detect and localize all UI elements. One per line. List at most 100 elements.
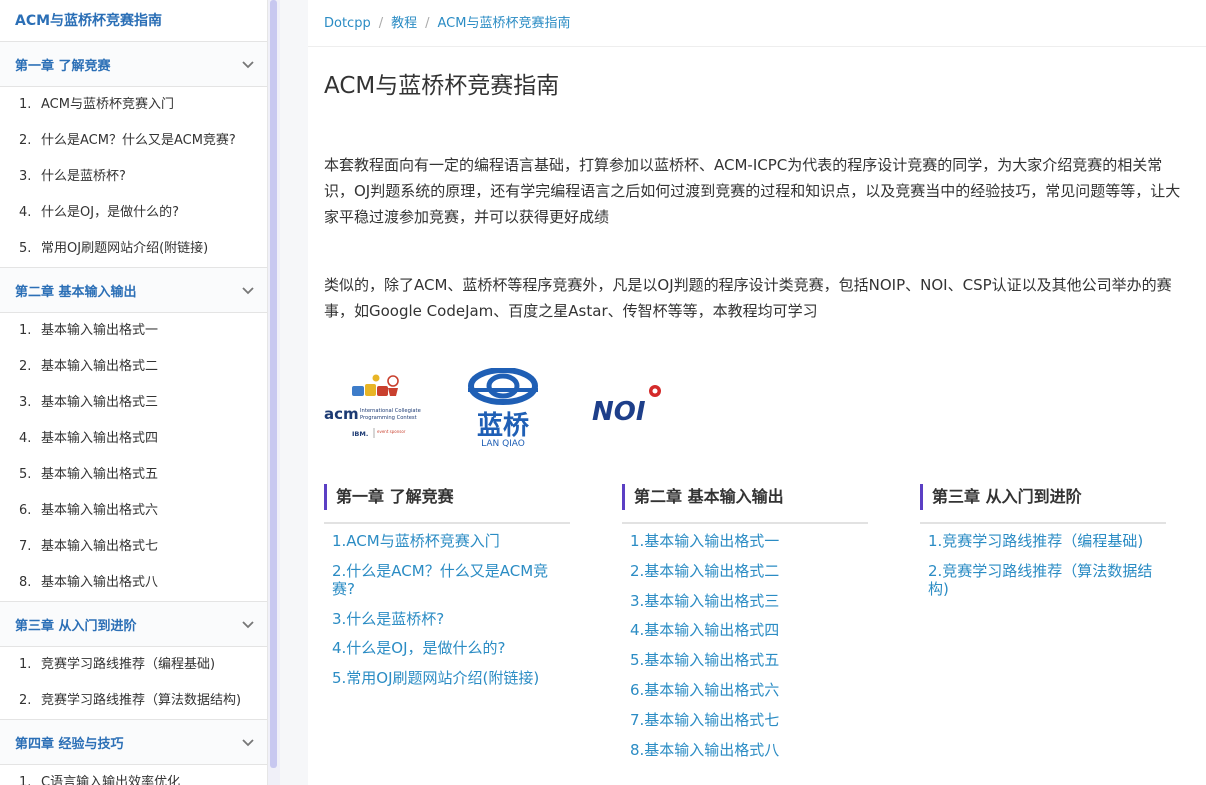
lanqiao-en-text: LAN QIAO bbox=[481, 439, 525, 448]
item-number: 4. bbox=[19, 205, 32, 220]
chapter-link[interactable]: 3.基本输入输出格式三 bbox=[630, 592, 868, 610]
chapter-link[interactable]: 4.什么是OJ，是做什么的? bbox=[332, 639, 570, 657]
sidebar-item[interactable]: 6. 基本输入输出格式六 bbox=[0, 493, 267, 529]
item-label: 基本输入输出格式五 bbox=[41, 467, 159, 482]
acm-logo-sub2: Programming Contest bbox=[360, 415, 417, 421]
item-label: 基本输入输出格式二 bbox=[41, 359, 159, 374]
sidebar-item[interactable]: 3. 什么是蓝桥杯? bbox=[0, 159, 267, 195]
item-label: 什么是蓝桥杯? bbox=[41, 169, 126, 184]
main-content: Dotcpp / 教程 / ACM与蓝桥杯竞赛指南 ACM与蓝桥杯竞赛指南 本套教程面向… bbox=[308, 0, 1206, 785]
item-label: ACM与蓝桥杯竞赛入门 bbox=[41, 97, 174, 112]
item-label: 竞赛学习路线推荐（算法数据结构) bbox=[41, 693, 242, 708]
chapter-label: 第二章 基本输入输出 bbox=[15, 284, 137, 300]
chapter-link[interactable]: 2.什么是ACM？什么又是ACM竞赛? bbox=[332, 562, 570, 598]
chapter-3-items: 1. 竞赛学习路线推荐（编程基础) 2. 竞赛学习路线推荐（算法数据结构) bbox=[0, 647, 267, 720]
sidebar-item[interactable]: 1. C语言输入输出效率优化 bbox=[0, 765, 267, 785]
item-number: 1. bbox=[19, 775, 32, 785]
noi-logo: NOI bbox=[592, 385, 661, 424]
sidebar-item[interactable]: 4. 什么是OJ，是做什么的? bbox=[0, 195, 267, 231]
chevron-down-icon[interactable] bbox=[241, 283, 255, 297]
sidebar-chapter-1[interactable]: 第一章 了解竞赛 bbox=[0, 42, 267, 87]
chapter-link[interactable]: 2.竞赛学习路线推荐（算法数据结构) bbox=[928, 562, 1166, 598]
chevron-down-icon[interactable] bbox=[241, 617, 255, 631]
chapter-label: 第四章 经验与技巧 bbox=[15, 736, 124, 752]
sidebar: ACM与蓝桥杯竞赛指南 第一章 了解竞赛 1. ACM与蓝桥杯竞赛入门 2. 什么是… bbox=[0, 0, 268, 785]
chapter-link[interactable]: 5.常用OJ刷题网站介绍(附链接) bbox=[332, 669, 570, 687]
breadcrumb-separator: / bbox=[378, 16, 384, 31]
chapter-column-3: 第三章 从入门到进阶 1.竞赛学习路线推荐（编程基础) 2.竞赛学习路线推荐（算… bbox=[920, 484, 1166, 610]
chapter-2-items: 1. 基本输入输出格式一 2. 基本输入输出格式二 3. 基本输入输出格式三 4. 基本… bbox=[0, 313, 267, 602]
sidebar-chapter-3[interactable]: 第三章 从入门到进阶 bbox=[0, 602, 267, 647]
sidebar-item[interactable]: 5. 常用OJ刷题网站介绍(附链接) bbox=[0, 231, 267, 267]
item-label: 什么是OJ，是做什么的? bbox=[41, 205, 179, 220]
breadcrumb: Dotcpp / 教程 / ACM与蓝桥杯竞赛指南 bbox=[324, 12, 570, 31]
chapter-link[interactable]: 3.什么是蓝桥杯? bbox=[332, 610, 570, 628]
chapter-link[interactable]: 4.基本输入输出格式四 bbox=[630, 621, 868, 639]
sidebar-item[interactable]: 1. ACM与蓝桥杯竞赛入门 bbox=[0, 87, 267, 123]
chapter-link[interactable]: 7.基本输入输出格式七 bbox=[630, 711, 868, 729]
breadcrumb-item-home[interactable]: Dotcpp bbox=[324, 16, 371, 31]
item-number: 3. bbox=[19, 395, 32, 410]
gutter bbox=[280, 0, 308, 785]
sidebar-item[interactable]: 7. 基本输入输出格式七 bbox=[0, 529, 267, 565]
breadcrumb-item-tutorial[interactable]: 教程 bbox=[391, 16, 417, 31]
acm-icpc-logo: acm International Collegiate Programming… bbox=[324, 374, 421, 438]
chapter-link[interactable]: 1.ACM与蓝桥杯竞赛入门 bbox=[332, 532, 570, 550]
sidebar-item[interactable]: 8. 基本输入输出格式八 bbox=[0, 565, 267, 601]
item-label: C语言输入输出效率优化 bbox=[41, 775, 181, 785]
item-number: 5. bbox=[19, 241, 32, 256]
chapter-label: 第一章 了解竞赛 bbox=[15, 58, 111, 74]
noi-logo-text: NOI bbox=[592, 397, 646, 424]
scope-paragraph: 类似的，除了ACM、蓝桥杯等程序竞赛外，凡是以OJ判题的程序设计类竞赛，包括NO… bbox=[324, 276, 1172, 320]
item-label: 常用OJ刷题网站介绍(附链接) bbox=[41, 241, 209, 256]
sidebar-chapter-4[interactable]: 第四章 经验与技巧 bbox=[0, 720, 267, 765]
chapter-link[interactable]: 6.基本输入输出格式六 bbox=[630, 681, 868, 699]
scrollbar-thumb[interactable] bbox=[270, 0, 277, 768]
item-label: 竞赛学习路线推荐（编程基础) bbox=[41, 657, 216, 672]
column-heading: 第一章 了解竞赛 bbox=[324, 484, 570, 510]
chapter-link[interactable]: 8.基本输入输出格式八 bbox=[630, 741, 868, 759]
chapter-link[interactable]: 1.基本输入输出格式一 bbox=[630, 532, 868, 550]
sidebar-item[interactable]: 1. 基本输入输出格式一 bbox=[0, 313, 267, 349]
sidebar-chapter-2[interactable]: 第二章 基本输入输出 bbox=[0, 268, 267, 313]
sidebar-item[interactable]: 1. 竞赛学习路线推荐（编程基础) bbox=[0, 647, 267, 683]
chapter-1-items: 1. ACM与蓝桥杯竞赛入门 2. 什么是ACM？什么又是ACM竞赛? 3. 什么是蓝… bbox=[0, 87, 267, 268]
sidebar-item[interactable]: 2. 基本输入输出格式二 bbox=[0, 349, 267, 385]
column-links: 1.竞赛学习路线推荐（编程基础) 2.竞赛学习路线推荐（算法数据结构) bbox=[920, 524, 1166, 598]
sidebar-scrollbar[interactable] bbox=[268, 0, 280, 785]
acm-logo-sub1: International Collegiate bbox=[360, 408, 421, 414]
intro-paragraph: 本套教程面向有一定的编程语言基础，打算参加以蓝桥杯、ACM-ICPC为代表的程序… bbox=[324, 156, 1181, 226]
item-label: 基本输入输出格式八 bbox=[41, 575, 159, 590]
sidebar-item[interactable]: 2. 竞赛学习路线推荐（算法数据结构) bbox=[0, 683, 267, 719]
breadcrumb-separator: / bbox=[425, 16, 430, 31]
item-number: 4. bbox=[19, 431, 32, 446]
item-number: 2. bbox=[19, 693, 32, 708]
breadcrumb-item-current[interactable]: ACM与蓝桥杯竞赛指南 bbox=[438, 16, 571, 31]
sidebar-item[interactable]: 2. 什么是ACM？什么又是ACM竞赛? bbox=[0, 123, 267, 159]
item-number: 1. bbox=[19, 657, 32, 672]
chapter-4-items: 1. C语言输入输出效率优化 bbox=[0, 765, 267, 785]
item-number: 1. bbox=[19, 97, 32, 112]
item-number: 8. bbox=[19, 575, 32, 590]
lanqiao-logo: 蓝桥 LAN QIAO bbox=[468, 368, 538, 448]
column-links: 1.基本输入输出格式一 2.基本输入输出格式二 3.基本输入输出格式三 4.基本… bbox=[622, 524, 868, 759]
divider bbox=[308, 46, 1206, 47]
item-number: 7. bbox=[19, 539, 32, 554]
item-number: 5. bbox=[19, 467, 32, 482]
chapter-link[interactable]: 5.基本输入输出格式五 bbox=[630, 651, 868, 669]
item-number: 2. bbox=[19, 133, 32, 148]
chevron-down-icon[interactable] bbox=[241, 735, 255, 749]
column-heading: 第三章 从入门到进阶 bbox=[920, 484, 1166, 510]
chapter-link[interactable]: 2.基本输入输出格式二 bbox=[630, 562, 868, 580]
sidebar-item[interactable]: 5. 基本输入输出格式五 bbox=[0, 457, 267, 493]
chevron-down-icon[interactable] bbox=[241, 57, 255, 71]
chapter-link[interactable]: 1.竞赛学习路线推荐（编程基础) bbox=[928, 532, 1166, 550]
item-label: 基本输入输出格式一 bbox=[41, 323, 159, 338]
chapter-column-2: 第二章 基本输入输出 1.基本输入输出格式一 2.基本输入输出格式二 3.基本输… bbox=[622, 484, 868, 770]
item-label: 基本输入输出格式六 bbox=[41, 503, 159, 518]
sidebar-item[interactable]: 3. 基本输入输出格式三 bbox=[0, 385, 267, 421]
item-label: 什么是ACM？什么又是ACM竞赛? bbox=[41, 133, 236, 148]
sidebar-title[interactable]: ACM与蓝桥杯竞赛指南 bbox=[0, 0, 267, 42]
sidebar-item[interactable]: 4. 基本输入输出格式四 bbox=[0, 421, 267, 457]
item-label: 基本输入输出格式三 bbox=[41, 395, 159, 410]
